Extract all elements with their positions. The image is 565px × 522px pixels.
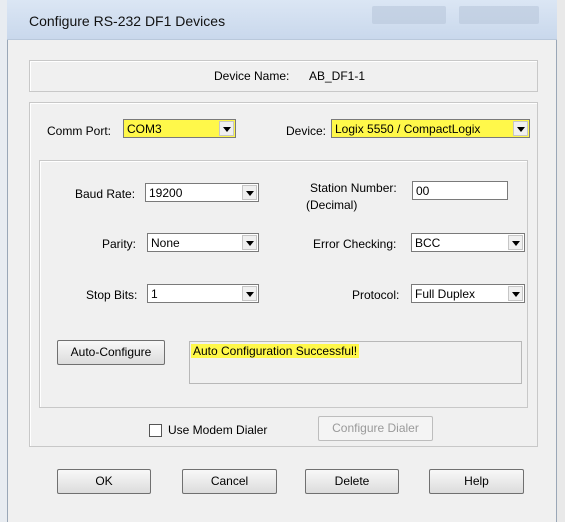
background-titlebar-button	[459, 6, 539, 24]
station-number-field[interactable]: 00	[412, 181, 508, 200]
window-title: Configure RS-232 DF1 Devices	[29, 13, 226, 29]
protocol-value: Full Duplex	[415, 287, 476, 301]
station-number-sublabel: (Decimal)	[306, 198, 358, 212]
station-number-value: 00	[416, 184, 430, 198]
background-window-edge	[0, 0, 7, 522]
comm-port-label: Comm Port:	[47, 124, 112, 138]
chevron-down-icon[interactable]	[513, 121, 528, 136]
cancel-button[interactable]: Cancel	[182, 469, 277, 494]
background-window-edge	[557, 0, 565, 522]
auto-config-status-text: Auto Configuration Successful!	[191, 344, 360, 358]
device-name-label: Device Name:	[214, 69, 290, 83]
error-checking-value: BCC	[415, 236, 441, 250]
protocol-select[interactable]: Full Duplex	[411, 284, 525, 303]
device-value: Logix 5550 / CompactLogix	[335, 122, 481, 136]
chevron-down-icon[interactable]	[508, 235, 523, 250]
comm-port-value: COM3	[127, 122, 162, 136]
use-modem-dialer-checkbox[interactable]	[149, 424, 162, 437]
stop-bits-select[interactable]: 1	[147, 284, 259, 303]
configure-dialer-button[interactable]: Configure Dialer	[318, 416, 433, 441]
station-number-label: Station Number:	[310, 181, 397, 195]
stop-bits-label: Stop Bits:	[86, 288, 138, 302]
device-select[interactable]: Logix 5550 / CompactLogix	[331, 119, 530, 138]
background-titlebar-button	[372, 6, 446, 24]
chevron-down-icon[interactable]	[508, 286, 523, 301]
help-button[interactable]: Help	[429, 469, 524, 494]
parity-label: Parity:	[102, 237, 137, 251]
device-name-value: AB_DF1-1	[309, 69, 366, 83]
protocol-label: Protocol:	[352, 288, 400, 302]
comm-port-select[interactable]: COM3	[123, 119, 236, 138]
auto-config-status-box: Auto Configuration Successful!	[189, 341, 522, 384]
chevron-down-icon[interactable]	[242, 235, 257, 250]
device-label: Device:	[286, 124, 327, 138]
parity-value: None	[151, 236, 180, 250]
baud-rate-label: Baud Rate:	[75, 187, 136, 201]
baud-rate-value: 19200	[149, 186, 183, 200]
parity-select[interactable]: None	[147, 233, 259, 252]
delete-button[interactable]: Delete	[305, 469, 399, 494]
error-checking-select[interactable]: BCC	[411, 233, 525, 252]
use-modem-dialer-label[interactable]: Use Modem Dialer	[168, 423, 267, 437]
baud-rate-select[interactable]: 19200	[145, 183, 259, 202]
stop-bits-value: 1	[151, 287, 158, 301]
title-bar[interactable]: Configure RS-232 DF1 Devices	[7, 0, 557, 40]
chevron-down-icon[interactable]	[242, 185, 257, 200]
ok-button[interactable]: OK	[57, 469, 151, 494]
auto-configure-button[interactable]: Auto-Configure	[57, 340, 165, 365]
chevron-down-icon[interactable]	[242, 286, 257, 301]
error-checking-label: Error Checking:	[313, 237, 397, 251]
chevron-down-icon[interactable]	[219, 121, 234, 136]
